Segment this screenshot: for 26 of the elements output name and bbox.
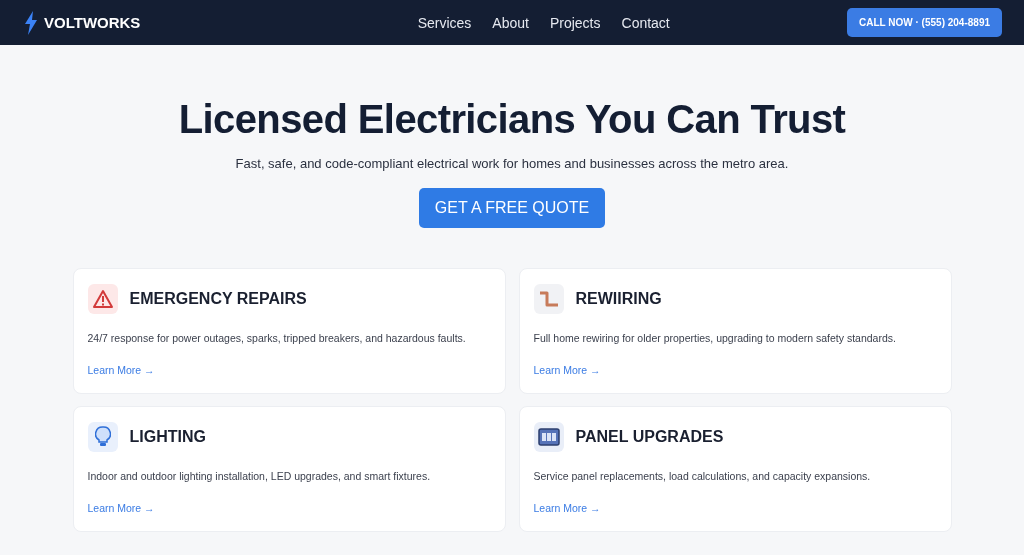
hero-subtitle: Fast, safe, and code-compliant electrical work for homes and businesses across the metro area. xyxy=(235,156,789,171)
call-now-button[interactable]: CALL NOW · (555) 204-8891 xyxy=(847,8,1002,37)
quote-button[interactable]: GET A FREE QUOTE xyxy=(418,188,606,228)
logo-text[interactable]: VOLTWORKS xyxy=(44,14,141,31)
learn-more-link[interactable]: Learn More → xyxy=(87,502,155,514)
panel-icon xyxy=(537,428,560,446)
service-description: Full home rewiring for older properties, upgrading to modern safety standards. xyxy=(533,332,897,344)
learn-more-link[interactable]: Learn More → xyxy=(87,364,155,376)
service-title: PANEL UPGRADES xyxy=(575,428,724,446)
service-description: 24/7 response for power outages, sparks, tripped breakers, and hazardous faults. xyxy=(87,332,467,344)
lightning-bolt-icon xyxy=(24,10,38,35)
lightbulb-icon xyxy=(94,426,111,448)
warning-icon xyxy=(91,289,114,309)
nav-link[interactable]: Contact xyxy=(621,14,670,31)
service-title: LIGHTING xyxy=(129,428,206,446)
hero-title: Licensed Electricians You Can Trust xyxy=(178,97,846,142)
service-title: REWIIRING xyxy=(575,290,662,308)
service-description: Indoor and outdoor lighting installation, LED upgrades, and smart fixtures. xyxy=(87,470,432,482)
nav-link[interactable]: Projects xyxy=(549,14,601,31)
service-description: Service panel replacements, load calculations, and capacity expansions. xyxy=(533,470,872,482)
service-title: EMERGENCY REPAIRS xyxy=(129,290,307,308)
nav-link[interactable]: Services xyxy=(417,14,472,31)
learn-more-link[interactable]: Learn More → xyxy=(533,502,601,514)
nav-link[interactable]: About xyxy=(492,14,529,31)
learn-more-link[interactable]: Learn More → xyxy=(533,364,601,376)
wire-icon xyxy=(537,289,560,309)
